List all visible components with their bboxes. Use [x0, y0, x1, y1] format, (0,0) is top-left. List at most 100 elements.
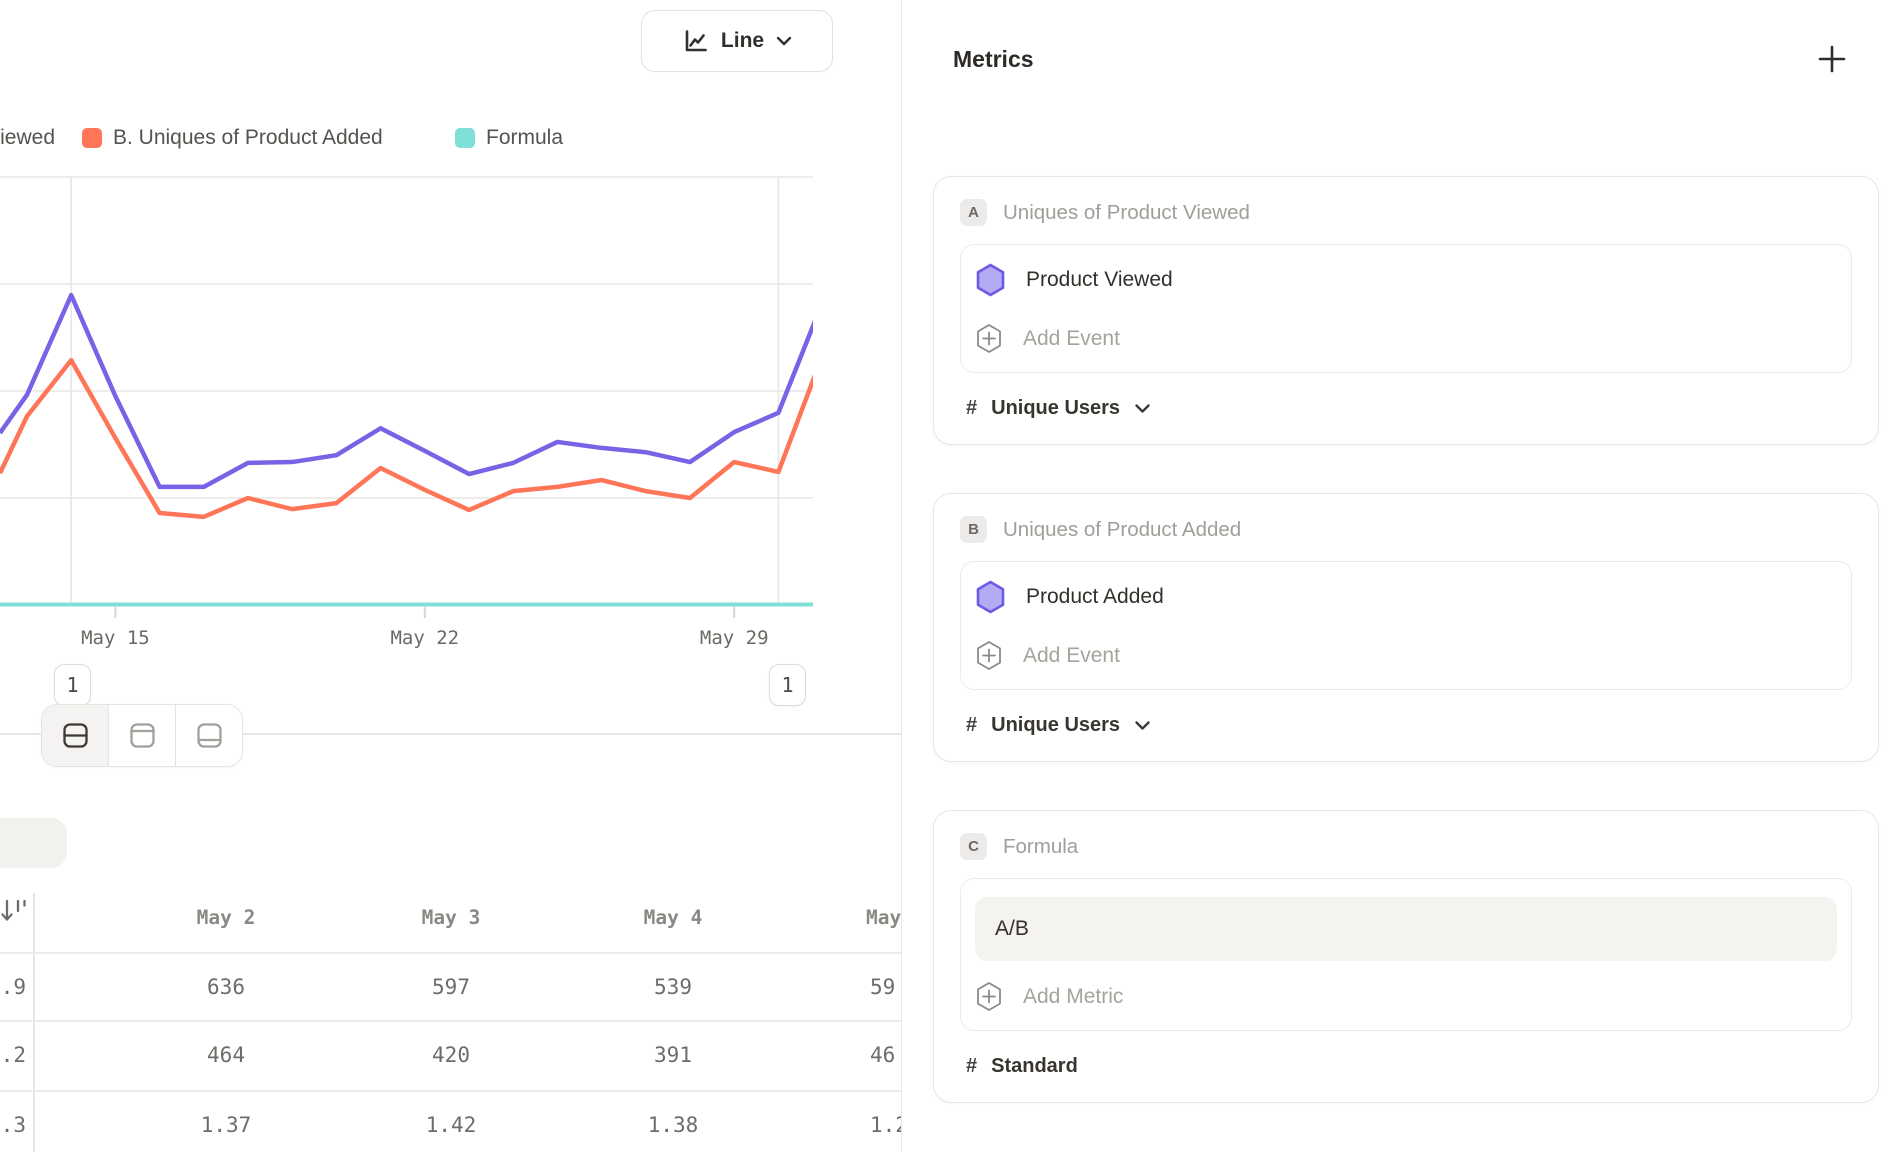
legend-label-c: Formula	[486, 126, 563, 150]
column-header[interactable]: May 2	[115, 904, 337, 932]
add-event-row-a[interactable]: Add Event	[975, 323, 1837, 354]
frozen-column-divider	[33, 893, 35, 1152]
layout-chart-only-button[interactable]	[108, 705, 175, 766]
metric-card-a: A Uniques of Product Viewed Product View…	[933, 176, 1879, 445]
add-event-label: Add Event	[1023, 644, 1120, 668]
sort-descending-icon[interactable]	[0, 897, 28, 925]
add-metric-plus-button[interactable]	[1815, 42, 1849, 76]
table-cell: 464	[115, 1041, 337, 1069]
metric-card-b-header: B Uniques of Product Added	[960, 516, 1852, 543]
event-label: Product Viewed	[1026, 268, 1173, 292]
column-header[interactable]: May 3	[340, 904, 562, 932]
metric-card-a-header: A Uniques of Product Viewed	[960, 199, 1852, 226]
x-axis-label: May 29	[700, 627, 769, 649]
event-row-product-viewed[interactable]: Product Viewed	[975, 263, 1837, 297]
add-event-hexagon-plus-icon	[975, 640, 1003, 671]
x-axis-label: May 15	[81, 627, 150, 649]
table-cell: 1.38	[562, 1111, 784, 1139]
metrics-panel-header: Metrics	[953, 42, 1849, 76]
annotation-marker-right[interactable]: 1	[769, 664, 806, 706]
number-hash-icon: #	[966, 397, 977, 420]
metric-title-c: Formula	[1003, 835, 1078, 859]
add-metric-row[interactable]: Add Metric	[975, 981, 1837, 1012]
gridlines	[0, 177, 813, 605]
table-row-border	[0, 952, 901, 954]
metric-card-c: C Formula A/B Add Metric # Standar	[933, 810, 1879, 1103]
metric-title-b: Uniques of Product Added	[1003, 518, 1241, 542]
add-metric-label: Add Metric	[1023, 985, 1123, 1009]
chart-type-dropdown[interactable]: Line	[641, 10, 833, 72]
results-table: May 2May 3May 4May.963659753959.24644203…	[0, 893, 901, 1152]
chevron-down-icon	[1134, 720, 1151, 731]
chart-type-label: Line	[721, 29, 764, 53]
metric-card-b: B Uniques of Product Added Product Added	[933, 493, 1879, 762]
event-selector-b: Product Added Add Event	[960, 561, 1852, 690]
metrics-panel: Metrics A Uniques of Product Viewed	[901, 0, 1898, 1152]
line-chart: May 15 May 22 May 29	[0, 170, 815, 670]
table-only-icon	[195, 722, 224, 749]
table-cell: 420	[340, 1041, 562, 1069]
chevron-down-icon	[776, 36, 792, 46]
legend-swatch-c	[455, 128, 475, 148]
column-header-clipped[interactable]: May	[866, 904, 901, 932]
line-chart-icon	[682, 28, 709, 55]
table-cell: 1.37	[115, 1111, 337, 1139]
table-cell: 1.42	[340, 1111, 562, 1139]
event-label: Product Added	[1026, 585, 1164, 609]
legend-swatch-b	[82, 128, 102, 148]
metric-card-c-header: C Formula	[960, 833, 1852, 860]
frozen-cell-clipped: .9	[0, 973, 26, 1001]
legend-label-b: B. Uniques of Product Added	[113, 126, 383, 150]
split-view-icon	[61, 722, 90, 749]
x-axis-label: May 22	[390, 627, 459, 649]
metric-badge-c: C	[960, 833, 987, 860]
column-header[interactable]: May 4	[562, 904, 784, 932]
layout-toggle	[41, 704, 243, 767]
add-event-row-b[interactable]: Add Event	[975, 640, 1837, 671]
legend-item-c[interactable]: Formula	[455, 126, 563, 150]
chart-pane: Line A. Uniques of Product Viewed B. Uni…	[0, 0, 901, 1152]
metric-badge-a: A	[960, 199, 987, 226]
table-cell: 391	[562, 1041, 784, 1069]
chart-legend: A. Uniques of Product Viewed B. Uniques …	[0, 126, 901, 156]
plus-icon	[1817, 44, 1847, 74]
frozen-cell-clipped: .3	[0, 1111, 26, 1139]
measurement-label-b: Unique Users	[991, 714, 1120, 737]
table-cell-clipped: 59	[870, 973, 901, 1001]
formula-editor: A/B Add Metric	[960, 878, 1852, 1031]
measurement-row-c[interactable]: # Standard	[960, 1055, 1852, 1078]
table-row-border	[0, 1090, 901, 1092]
add-event-label: Add Event	[1023, 327, 1120, 351]
add-event-hexagon-plus-icon	[975, 323, 1003, 354]
metric-badge-b: B	[960, 516, 987, 543]
measurement-dropdown-b[interactable]: # Unique Users	[960, 714, 1852, 737]
table-cell: 597	[340, 973, 562, 1001]
measurement-dropdown-a[interactable]: # Unique Users	[960, 397, 1852, 420]
formula-input[interactable]: A/B	[975, 897, 1837, 961]
add-metric-hexagon-plus-icon	[975, 981, 1003, 1012]
app-root: Line A. Uniques of Product Viewed B. Uni…	[0, 0, 1898, 1152]
frozen-cell-clipped: .2	[0, 1041, 26, 1069]
chevron-down-icon	[1134, 403, 1151, 414]
measurement-label-c: Standard	[991, 1055, 1078, 1078]
series-lines	[0, 295, 815, 604]
table-row-border	[0, 1020, 901, 1022]
event-hexagon-icon	[975, 580, 1006, 614]
table-cell: 539	[562, 973, 784, 1001]
legend-item-a[interactable]: A. Uniques of Product Viewed	[0, 126, 55, 150]
metric-cards: A Uniques of Product Viewed Product View…	[933, 176, 1879, 1103]
x-axis: May 15 May 22 May 29	[81, 606, 768, 649]
event-row-product-added[interactable]: Product Added	[975, 580, 1837, 614]
annotation-marker-left[interactable]: 1	[54, 664, 91, 706]
layout-table-only-button[interactable]	[175, 705, 242, 766]
measurement-label-a: Unique Users	[991, 397, 1120, 420]
table-view-tab[interactable]	[0, 818, 67, 868]
legend-label-a: A. Uniques of Product Viewed	[0, 126, 55, 150]
table-cell-clipped: 46	[870, 1041, 901, 1069]
legend-item-b[interactable]: B. Uniques of Product Added	[82, 126, 383, 150]
event-selector-a: Product Viewed Add Event	[960, 244, 1852, 373]
number-hash-icon: #	[966, 1055, 977, 1078]
number-hash-icon: #	[966, 714, 977, 737]
chart-only-icon	[128, 722, 157, 749]
layout-split-view-button[interactable]	[42, 705, 108, 766]
